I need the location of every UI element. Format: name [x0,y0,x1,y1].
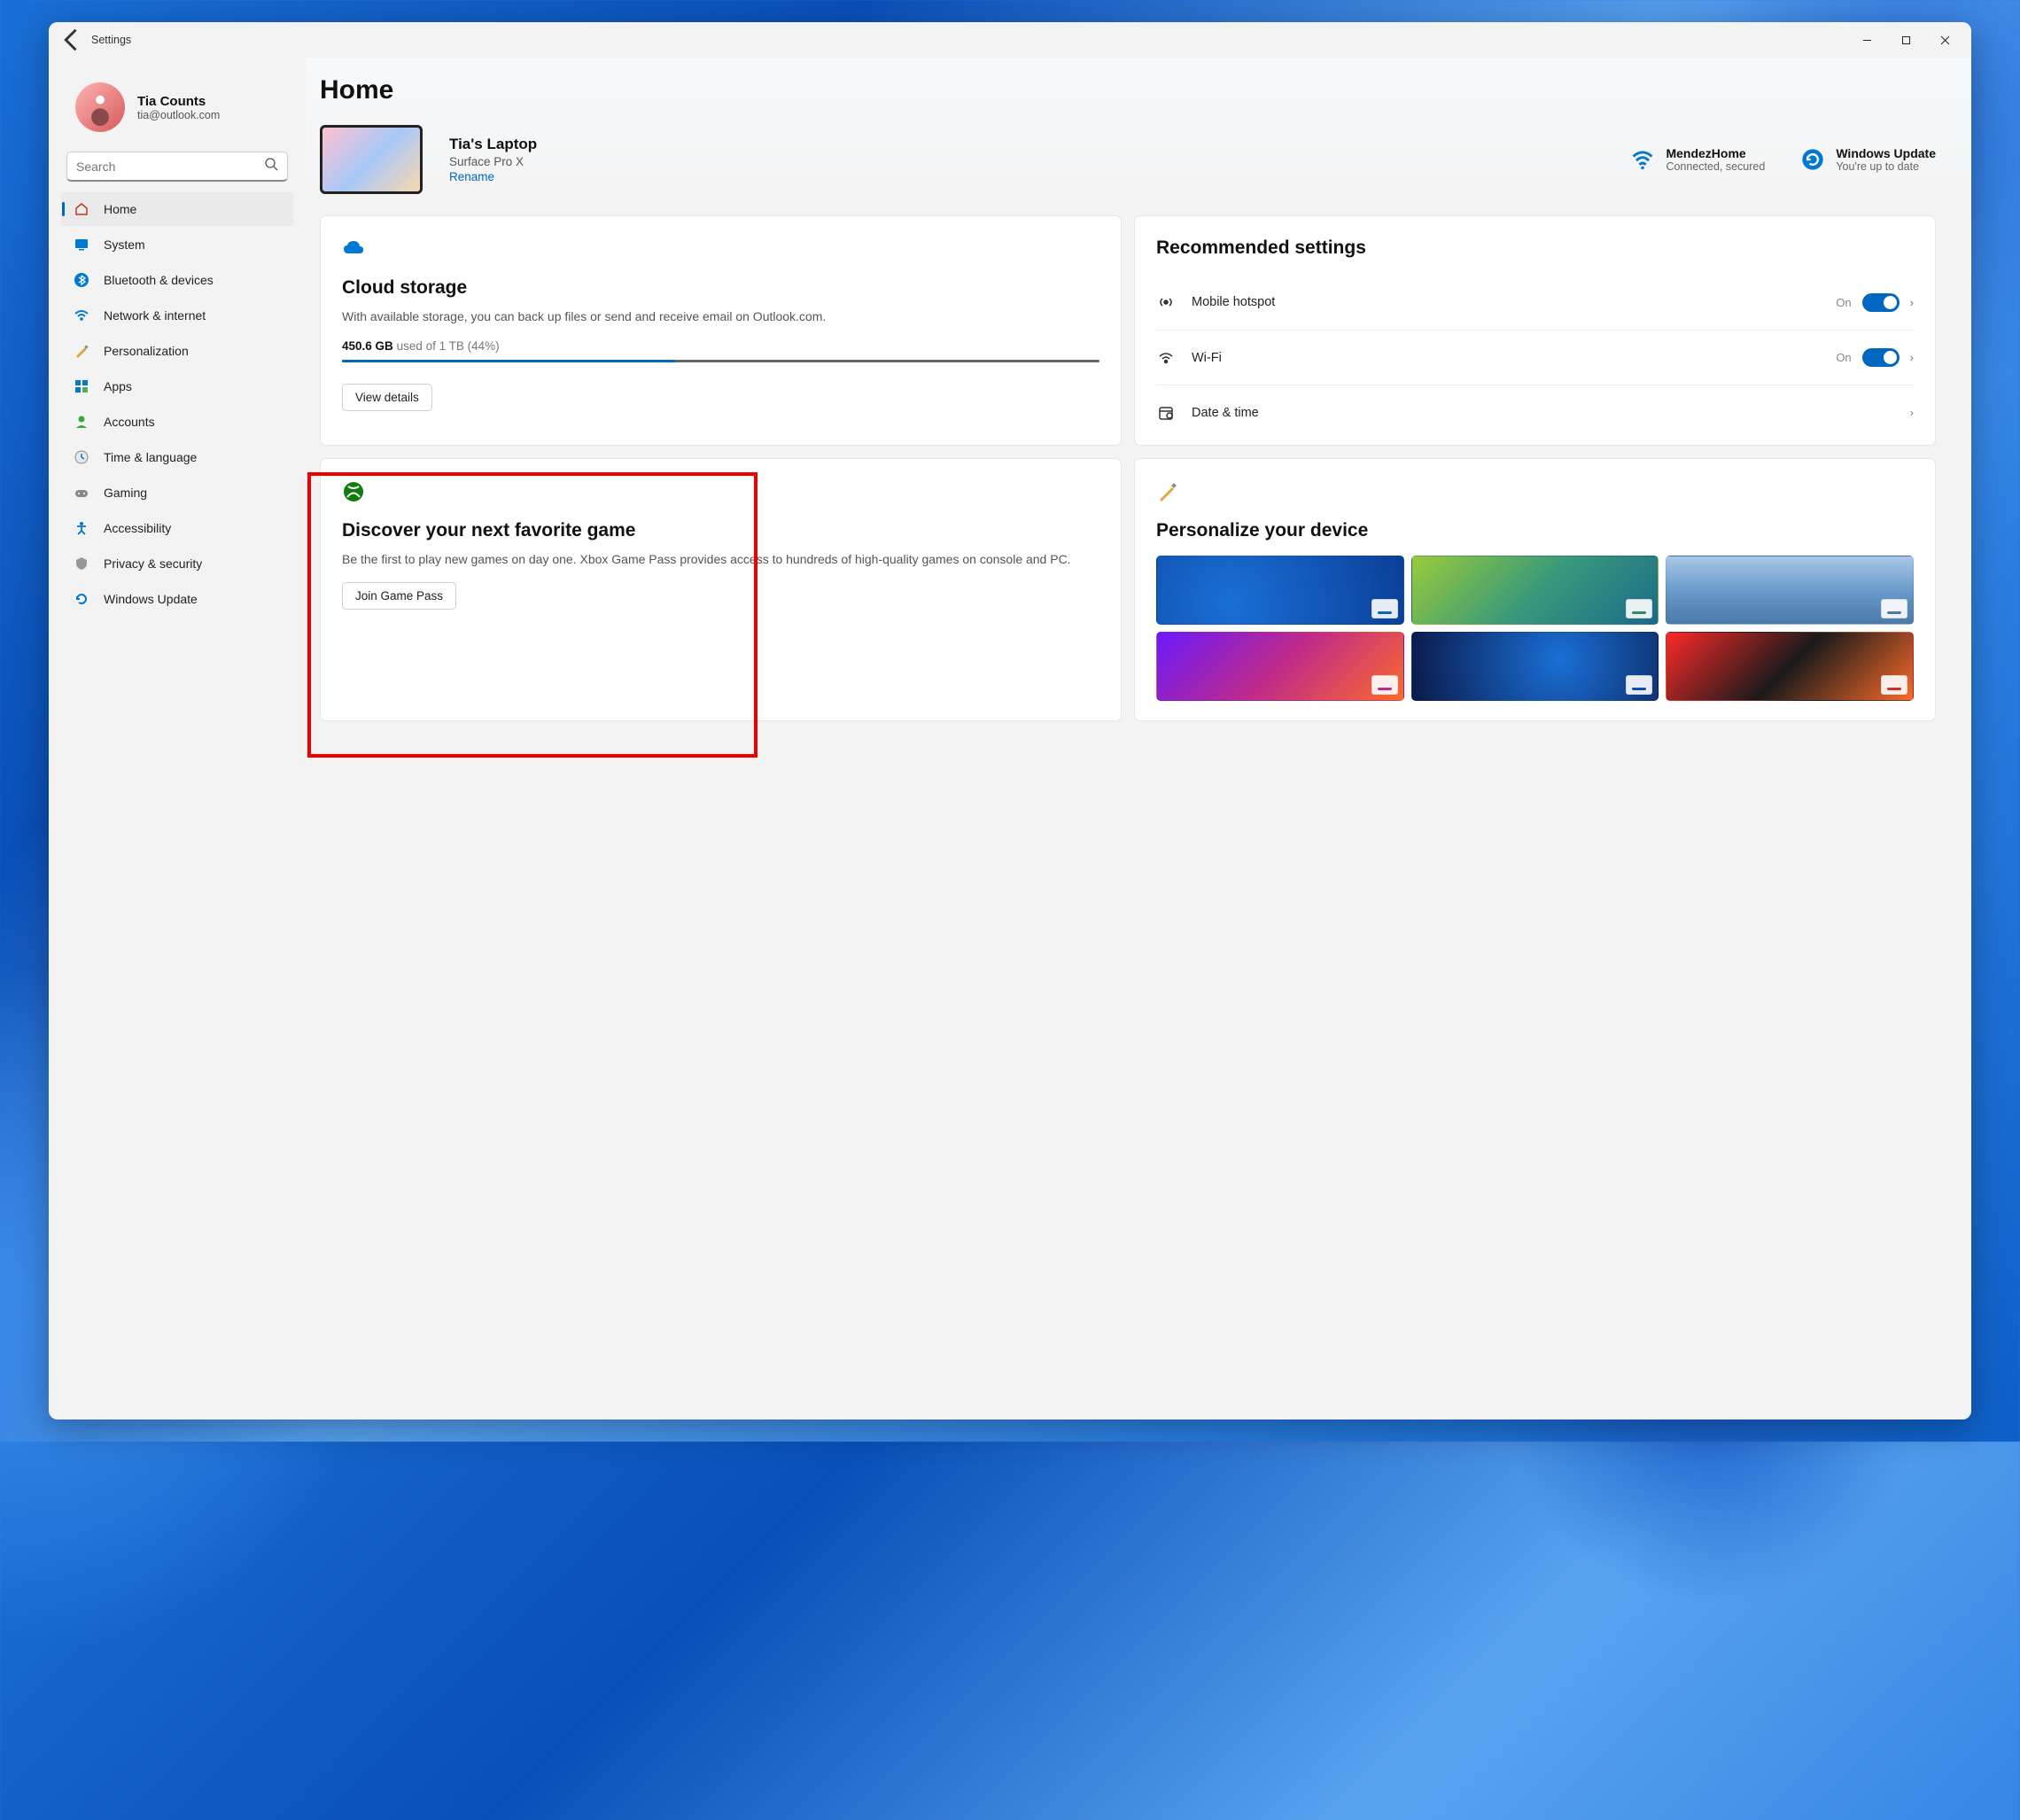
accessibility-icon [74,520,89,536]
gaming-icon [74,485,89,501]
search-input[interactable] [76,159,264,174]
account-profile[interactable]: Tia Counts tia@outlook.com [58,66,297,148]
wifi-toggle[interactable] [1862,348,1900,367]
theme-option-4[interactable] [1156,632,1404,701]
wifi-status[interactable]: MendezHome Connected, secured [1630,146,1765,173]
theme-option-5[interactable] [1411,632,1659,701]
wifi-setting[interactable]: Wi-Fi On › [1156,330,1914,385]
update-status-icon [1800,147,1825,172]
apps-icon [74,378,89,394]
mobile-hotspot-setting[interactable]: Mobile hotspot On › [1156,275,1914,330]
personalize-title: Personalize your device [1156,520,1914,541]
game-desc: Be the first to play new games on day on… [342,550,1099,568]
profile-name: Tia Counts [137,94,220,109]
nav-network[interactable]: Network & internet [61,299,293,332]
minimize-button[interactable] [1847,24,1886,56]
rename-link[interactable]: Rename [449,170,537,183]
game-pass-card: Discover your next favorite game Be the … [320,458,1122,721]
close-button[interactable] [1925,24,1964,56]
cloud-usage: 450.6 GB used of 1 TB (44%) [342,339,1099,353]
chevron-right-icon: › [1910,296,1914,309]
sidebar: Tia Counts tia@outlook.com Home System [49,58,306,1419]
time-icon [74,449,89,465]
nav-system[interactable]: System [61,228,293,261]
titlebar: Settings [49,22,1971,58]
nav-time[interactable]: Time & language [61,440,293,474]
wifi-icon [1630,147,1655,172]
device-thumbnail[interactable] [320,125,423,194]
window-title: Settings [91,34,131,46]
device-name: Tia's Laptop [449,136,537,153]
cloud-storage-card: Cloud storage With available storage, yo… [320,215,1122,446]
profile-email: tia@outlook.com [137,109,220,121]
cloud-title: Cloud storage [342,277,1099,299]
theme-option-3[interactable] [1666,556,1914,625]
xbox-icon [342,480,1099,508]
personalize-card: Personalize your device [1134,458,1936,721]
nav-update[interactable]: Windows Update [61,582,293,616]
cloud-desc: With available storage, you can back up … [342,307,1099,325]
theme-option-1[interactable] [1156,556,1404,625]
nav-home[interactable]: Home [61,192,293,226]
recommended-title: Recommended settings [1156,237,1914,259]
privacy-icon [74,556,89,572]
nav-accounts[interactable]: Accounts [61,405,293,439]
chevron-right-icon: › [1910,351,1914,364]
calendar-icon [1156,404,1176,422]
nav-gaming[interactable]: Gaming [61,476,293,509]
home-icon [74,201,89,217]
update-icon [74,591,89,607]
nav-privacy[interactable]: Privacy & security [61,547,293,580]
view-details-button[interactable]: View details [342,384,432,411]
cloud-icon [342,237,1099,265]
search-icon [264,157,278,175]
nav-bluetooth[interactable]: Bluetooth & devices [61,263,293,297]
theme-option-6[interactable] [1666,632,1914,701]
personalization-icon [74,343,89,359]
nav-apps[interactable]: Apps [61,369,293,403]
cloud-progress [342,360,1099,362]
maximize-button[interactable] [1886,24,1925,56]
brush-icon [1156,480,1914,508]
date-time-setting[interactable]: Date & time › [1156,385,1914,439]
search-box[interactable] [66,152,288,182]
page-title: Home [320,75,1936,105]
back-button[interactable] [56,24,88,56]
recommended-settings-card: Recommended settings Mobile hotspot On › [1134,215,1936,446]
bluetooth-icon [74,272,89,288]
theme-option-2[interactable] [1411,556,1659,625]
hotspot-toggle[interactable] [1862,293,1900,312]
settings-window: Settings Tia Counts tia@outlook.com [49,22,1971,1419]
main-content: Home Tia's Laptop Surface Pro X Rename M… [306,58,1971,1419]
system-icon [74,237,89,253]
avatar [75,82,125,132]
update-status[interactable]: Windows Update You're up to date [1800,146,1936,173]
hotspot-icon [1156,293,1176,311]
chevron-right-icon: › [1910,406,1914,419]
join-game-pass-button[interactable]: Join Game Pass [342,582,456,610]
nav-accessibility[interactable]: Accessibility [61,511,293,545]
accounts-icon [74,414,89,430]
wifi-small-icon [1156,349,1176,367]
game-title: Discover your next favorite game [342,520,1099,541]
device-model: Surface Pro X [449,155,537,168]
nav-personalization[interactable]: Personalization [61,334,293,368]
network-icon [74,307,89,323]
